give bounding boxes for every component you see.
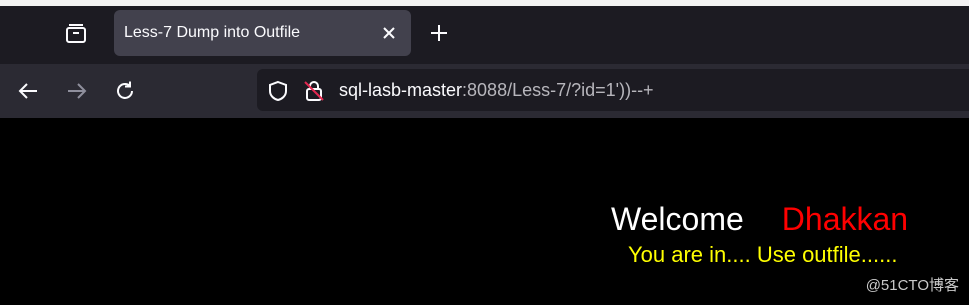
tab-close-button[interactable] — [379, 23, 399, 43]
navigation-toolbar: sql-lasb-master:8088/Less-7/?id=1'))--+ — [0, 64, 969, 118]
shield-icon — [269, 80, 287, 102]
tab-list-icon — [66, 24, 86, 43]
back-button[interactable] — [16, 79, 40, 103]
tracking-protection-button[interactable] — [267, 80, 289, 102]
tab-bar: Less-7 Dump into Outfile — [0, 0, 969, 64]
status-message: You are in.... Use outfile...... — [628, 242, 898, 267]
reload-icon — [117, 81, 133, 99]
plus-icon — [431, 25, 447, 41]
page-content: Welcome Dhakkan You are in.... Use outfil… — [0, 118, 969, 305]
reload-button[interactable] — [113, 79, 137, 103]
url-bar[interactable]: sql-lasb-master:8088/Less-7/?id=1'))--+ — [257, 69, 969, 111]
url-path: :8088/Less-7/?id=1'))--+ — [462, 80, 654, 100]
insecure-lock-icon — [304, 81, 324, 101]
watermark: @51CTO博客 — [865, 277, 959, 294]
forward-button[interactable] — [65, 79, 89, 103]
close-icon — [383, 27, 395, 39]
url-text[interactable]: sql-lasb-master:8088/Less-7/?id=1'))--+ — [339, 80, 654, 101]
forward-arrow-icon — [68, 83, 87, 99]
welcome-line: Welcome Dhakkan — [611, 201, 908, 238]
url-host: sql-lasb-master — [339, 80, 463, 100]
user-name: Dhakkan — [781, 201, 909, 237]
window-top-strip — [0, 0, 969, 6]
back-arrow-icon — [18, 83, 37, 99]
tab-list-button[interactable] — [62, 20, 90, 48]
tab-active[interactable]: Less-7 Dump into Outfile — [114, 10, 411, 56]
tab-title: Less-7 Dump into Outfile — [124, 24, 301, 41]
new-tab-button[interactable] — [427, 21, 451, 45]
welcome-text: Welcome — [611, 201, 744, 237]
site-security-button[interactable] — [303, 80, 325, 102]
